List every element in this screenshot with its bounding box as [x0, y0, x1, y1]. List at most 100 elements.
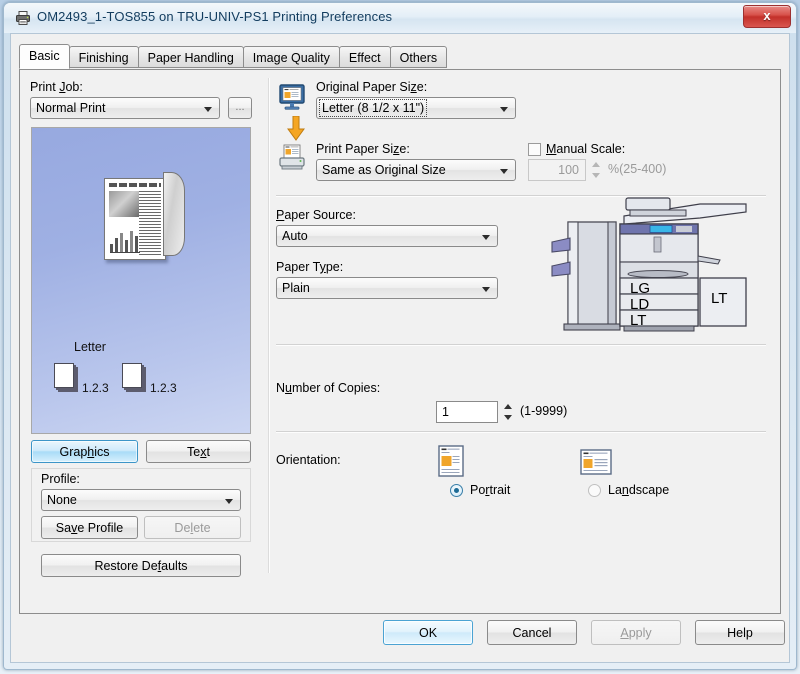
cancel-button[interactable]: Cancel	[487, 620, 577, 645]
portrait-label: Portrait	[470, 483, 511, 497]
preview-doc-header	[109, 183, 161, 187]
apply-label: Apply	[620, 626, 652, 640]
manual-scale-input: 100	[528, 159, 586, 181]
portrait-radio[interactable]	[450, 484, 463, 497]
tab-effect[interactable]: Effect	[338, 46, 391, 68]
tray-label-bypass: LT	[711, 290, 728, 307]
tab-paper-handling-label: Paper Handling	[147, 51, 234, 65]
tab-image-quality-label: Image Quality	[252, 51, 330, 65]
window-title: OM2493_1-TOS855 on TRU-UNIV-PS1 Printing…	[37, 9, 393, 24]
landscape-label: Landscape	[608, 483, 670, 497]
printer-icon	[15, 10, 31, 26]
client-area: Basic Finishing Paper Handling Image Qua…	[10, 33, 790, 663]
printer-illustration: LG LD LT LT	[550, 194, 762, 334]
tray-label-2: LD	[630, 296, 650, 313]
portrait-icon	[438, 445, 464, 480]
original-paper-size-label: Original Paper Size:	[316, 80, 428, 94]
printer-output-icon	[278, 144, 306, 175]
preview-document-page	[104, 178, 166, 260]
copies-value: 1	[442, 405, 449, 419]
paper-type-dropdown[interactable]: Plain	[276, 277, 498, 299]
save-profile-button[interactable]: Save Profile	[41, 516, 138, 539]
manual-scale-value: 100	[558, 163, 579, 177]
profile-dropdown[interactable]: None	[41, 489, 241, 511]
preview-doc-photo	[109, 191, 139, 217]
landscape-radio[interactable]	[588, 484, 601, 497]
chevron-down-icon	[482, 235, 490, 240]
preview-page-curl	[163, 172, 185, 256]
restore-defaults-button[interactable]: Restore Defaults	[41, 554, 241, 577]
spinner-down-icon	[504, 415, 512, 420]
chevron-down-icon	[500, 169, 508, 174]
print-job-options-button[interactable]: ...	[228, 97, 252, 119]
down-arrow-icon	[287, 115, 305, 145]
spinner-up-icon	[504, 404, 512, 409]
help-button[interactable]: Help	[695, 620, 785, 645]
printing-preferences-window: OM2493_1-TOS855 on TRU-UNIV-PS1 Printing…	[3, 2, 797, 670]
tab-paper-handling[interactable]: Paper Handling	[137, 46, 244, 68]
paper-source-value: Auto	[282, 229, 308, 243]
separator-2	[276, 344, 766, 346]
orientation-label: Orientation:	[276, 453, 341, 467]
preview-paper-label: Letter	[74, 340, 106, 354]
preview-stack-1-label: 1.2.3	[82, 381, 109, 395]
original-paper-size-value: Letter (8 1/2 x 11")	[318, 99, 428, 117]
copies-label: Number of Copies:	[276, 381, 381, 395]
preview-output-stack-1	[54, 363, 84, 393]
title-bar: OM2493_1-TOS855 on TRU-UNIV-PS1 Printing…	[4, 3, 796, 33]
tab-basic-label: Basic	[29, 49, 60, 63]
cancel-label: Cancel	[512, 626, 552, 640]
profile-label: Profile:	[41, 472, 80, 486]
monitor-document-icon	[278, 83, 306, 114]
landscape-icon	[580, 449, 612, 478]
paper-source-label: Paper Source:	[276, 208, 356, 222]
ok-label: OK	[418, 626, 438, 640]
tab-basic[interactable]: Basic	[19, 44, 70, 69]
close-button[interactable]: x	[743, 5, 791, 28]
preview-stack-2-label: 1.2.3	[150, 381, 177, 395]
tab-effect-label: Effect	[348, 51, 381, 65]
print-paper-size-dropdown[interactable]: Same as Original Size	[316, 159, 516, 181]
tab-page-basic: Print Job: Normal Print ... Letter 1.2.3…	[19, 69, 781, 614]
column-divider	[268, 78, 270, 573]
text-button[interactable]: Text	[146, 440, 251, 463]
chevron-down-icon	[225, 499, 233, 504]
delete-profile-button: Delete	[144, 516, 241, 539]
tab-finishing-label: Finishing	[78, 51, 129, 65]
tray-label-3: LT	[630, 312, 647, 329]
chevron-down-icon	[482, 287, 490, 292]
chevron-down-icon	[204, 107, 212, 112]
manual-scale-label: Manual Scale:	[546, 142, 626, 156]
manual-scale-checkbox[interactable]	[528, 143, 541, 156]
print-job-value: Normal Print	[36, 101, 106, 115]
copies-range: (1-9999)	[520, 404, 568, 418]
print-job-dropdown[interactable]: Normal Print	[30, 97, 220, 119]
screen: OM2493_1-TOS855 on TRU-UNIV-PS1 Printing…	[0, 0, 800, 674]
tab-image-quality[interactable]: Image Quality	[242, 46, 340, 68]
tab-finishing[interactable]: Finishing	[68, 46, 139, 68]
manual-scale-spinner	[591, 160, 602, 180]
tray-label-1: LG	[630, 280, 651, 297]
separator-3	[276, 431, 766, 433]
paper-source-dropdown[interactable]: Auto	[276, 225, 498, 247]
graphics-button[interactable]: Graphics	[31, 440, 138, 463]
copies-spinner[interactable]	[503, 402, 514, 422]
preview-doc-chart	[110, 225, 140, 253]
help-label: Help	[727, 626, 753, 640]
chevron-down-icon	[500, 107, 508, 112]
paper-type-value: Plain	[282, 281, 310, 295]
paper-type-label: Paper Type:	[276, 260, 344, 274]
print-paper-size-value: Same as Original Size	[322, 163, 446, 177]
preview-output-stack-2	[122, 363, 152, 393]
print-job-label: Print Job:	[30, 80, 83, 94]
close-icon: x	[763, 8, 771, 23]
tab-others[interactable]: Others	[389, 46, 448, 68]
copies-input[interactable]: 1	[436, 401, 498, 423]
tab-others-label: Others	[399, 51, 438, 65]
ellipsis-label: ...	[235, 101, 245, 113]
preview-doc-text-columns	[139, 191, 161, 255]
manual-scale-range: %(25-400)	[608, 162, 667, 176]
ok-button[interactable]: OK	[383, 620, 473, 645]
original-paper-size-dropdown[interactable]: Letter (8 1/2 x 11")	[316, 97, 516, 119]
apply-button: Apply	[591, 620, 681, 645]
